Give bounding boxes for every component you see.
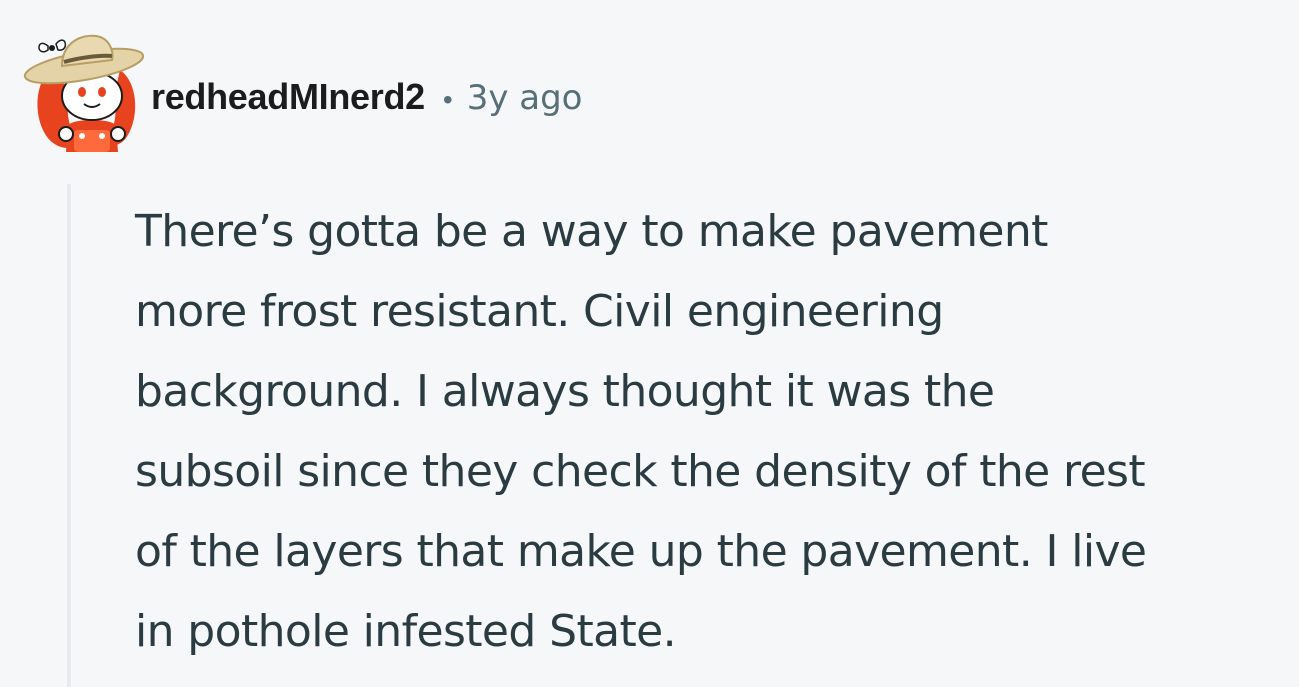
comment-body: There’s gotta be a way to make pavement … (135, 192, 1295, 672)
comment: redheadMInerd2 • 3y ago There’s gotta be… (0, 0, 1299, 687)
comment-body-line: in pothole infested State. (135, 606, 677, 657)
comment-body-line: There’s gotta be a way to make pavement (135, 206, 1048, 257)
comment-body-line: of the layers that make up the pavement.… (135, 526, 1147, 577)
comment-body-line: more frost resistant. Civil engineering (135, 286, 944, 337)
comment-body-line: subsoil since they check the density of … (135, 446, 1146, 497)
comment-body-line: background. I always thought it was the (135, 366, 995, 417)
meta-separator: • (442, 84, 453, 115)
author-username[interactable]: redheadMInerd2 (151, 76, 425, 118)
thread-line[interactable] (67, 184, 71, 687)
comment-timestamp[interactable]: 3y ago (467, 78, 583, 118)
snoo-farmer-avatar-icon[interactable] (22, 22, 146, 154)
comment-header: redheadMInerd2 • 3y ago (151, 76, 582, 118)
